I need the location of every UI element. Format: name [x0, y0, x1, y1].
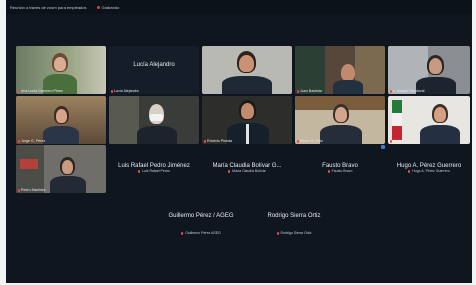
muted-mic-icon	[228, 169, 231, 173]
participant-name: Víctor M. Ortiz	[297, 139, 323, 143]
participant-tile[interactable]: Pedro Martínez	[16, 145, 106, 193]
participant-tile-no-video[interactable]: María Claudia Bolívar G... María Claudia…	[202, 163, 292, 173]
participant-tile-no-video[interactable]: Hugo A. Pérez Guerrero Hugo A. Pérez Gue…	[388, 163, 470, 173]
muted-mic-icon	[390, 139, 392, 143]
participant-tile[interactable]: Héctor Fonseca	[388, 96, 470, 144]
participant-subname: Guillermo Pérez ASEG	[156, 231, 246, 235]
next-page-button[interactable]	[381, 145, 385, 149]
recording-indicator: Grabando	[96, 4, 120, 10]
participant-subname: Luis Rafael Pedro	[109, 169, 199, 173]
participant-subname: Fausto Bravo	[295, 169, 385, 173]
participant-name: Rodrigo Sierra Ortiz	[267, 213, 321, 219]
participant-subname: Hugo A. Pérez Guerrero	[388, 169, 470, 173]
muted-mic-icon	[181, 231, 184, 235]
video-call-window: Reunión a ​​través de zoom para empleado…	[6, 0, 472, 283]
muted-mic-icon	[18, 188, 20, 192]
participant-name: L. Aragón Sandoval	[390, 89, 424, 93]
participant-tile[interactable]: Jorge G. Pérez	[16, 96, 106, 144]
participant-name: Roberto Pineda	[204, 139, 232, 143]
muted-mic-icon	[138, 169, 141, 173]
participant-tile[interactable]: Lucía Alejandro Lucía Alejandro	[109, 46, 199, 94]
muted-mic-icon	[327, 169, 330, 173]
participant-name: Pedro Martínez	[18, 188, 46, 192]
participant-tile[interactable]: L. Aragón Sandoval	[388, 46, 470, 94]
muted-mic-icon	[276, 231, 279, 235]
participant-name: Jorge G. Pérez	[18, 139, 45, 143]
muted-mic-icon	[18, 89, 20, 93]
participant-name: Juan Bautista	[297, 89, 322, 93]
muted-mic-icon	[18, 139, 20, 143]
meeting-topbar: Reunión a ​​través de zoom para empleado…	[6, 0, 472, 14]
muted-mic-icon	[390, 89, 392, 93]
participant-name-center: Lucía Alejandro	[133, 62, 175, 68]
participant-tile-no-video[interactable]: Guillermo Pérez / AGEG Guillermo Pérez A…	[156, 213, 246, 235]
participant-tile[interactable]: Roberto Pineda	[202, 96, 292, 144]
participant-tile-no-video[interactable]: Fausto Bravo Fausto Bravo	[295, 163, 385, 173]
recording-label: Grabando	[101, 4, 120, 10]
participant-tile[interactable]: Juan Bautista	[295, 46, 385, 94]
participant-tile[interactable]: Ana Lucía Guerrero Pérez	[16, 46, 106, 94]
participant-tile-no-video[interactable]: Rodrigo Sierra Ortiz Rodrigo Sierra Orti…	[249, 213, 339, 235]
muted-mic-icon	[408, 169, 411, 173]
participant-name: Lucía Alejandro	[111, 89, 139, 93]
muted-mic-icon	[204, 139, 206, 143]
muted-mic-icon	[111, 89, 113, 93]
participant-name: Guillermo Pérez / AGEG	[168, 213, 234, 219]
muted-mic-icon	[297, 139, 299, 143]
participant-tile-no-video[interactable]: Luis Rafael Pedro Jiménez Luis Rafael Pe…	[109, 163, 199, 173]
participant-subname: Rodrigo Sierra Ortiz	[249, 231, 339, 235]
participant-tile[interactable]	[109, 96, 199, 144]
participant-name: Ana Lucía Guerrero Pérez	[18, 89, 63, 93]
face-mask	[150, 114, 163, 121]
record-icon	[96, 5, 100, 9]
muted-mic-icon	[297, 89, 299, 93]
participant-tile[interactable]: Víctor M. Ortiz	[295, 96, 385, 144]
participant-name: Héctor Fonseca	[390, 139, 418, 143]
participant-subname: María Claudia Bolívar	[202, 169, 292, 173]
meeting-title: Reunión a ​​través de zoom para empleado…	[10, 4, 87, 10]
participant-tile[interactable]	[202, 46, 292, 94]
